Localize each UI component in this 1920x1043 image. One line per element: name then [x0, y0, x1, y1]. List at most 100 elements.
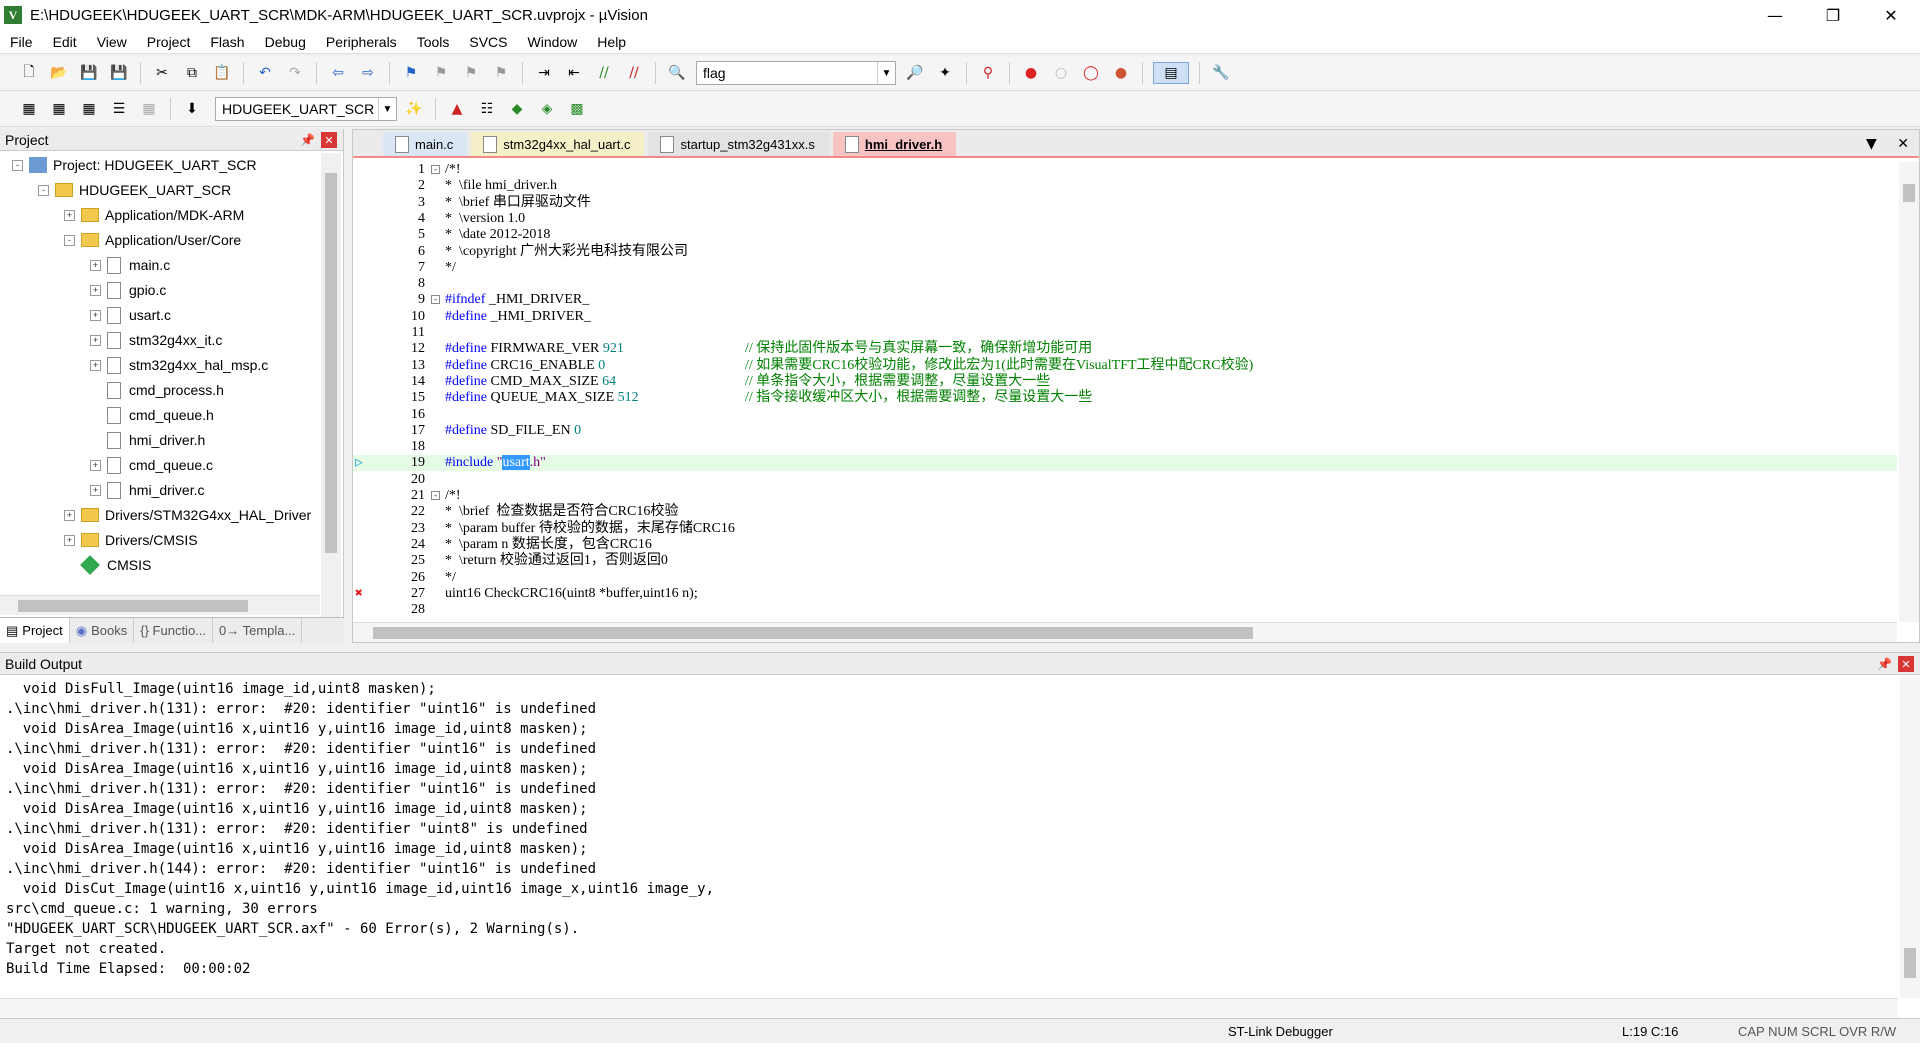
menu-edit[interactable]: Edit — [43, 34, 87, 50]
tree-item[interactable]: - Project: HDUGEEK_UART_SCR — [12, 155, 257, 175]
chevron-down-icon[interactable]: ▼ — [378, 98, 396, 120]
build-output-line[interactable]: src\cmd_queue.c: 1 warning, 30 errors — [6, 899, 1890, 919]
menu-help[interactable]: Help — [587, 34, 636, 50]
build-output-line[interactable]: .\inc\hmi_driver.h(131): error: #20: ide… — [6, 819, 1890, 839]
code-line[interactable]: 27 ✖ uint16 CheckCRC16(uint8 *buffer,uint1… — [353, 586, 1897, 602]
code-line[interactable]: 5 * \date 2012-2018 — [353, 227, 1897, 243]
target-combo[interactable]: HDUGEEK_UART_SCR ▼ — [215, 97, 397, 121]
build-output-line[interactable]: Target not created. — [6, 939, 1890, 959]
code-line[interactable]: 11 — [353, 325, 1897, 341]
redo-icon[interactable]: ↷ — [284, 62, 306, 84]
expand-icon[interactable]: + — [90, 334, 101, 346]
tab-functions[interactable]: {} Functio... — [134, 618, 214, 643]
fold-icon[interactable]: - — [431, 295, 440, 305]
cut-icon[interactable]: ✂ — [151, 62, 173, 84]
window-layout-icon[interactable]: ▤ — [1153, 62, 1189, 84]
tree-item[interactable]: + hmi_driver.c — [90, 480, 204, 500]
build-icon[interactable]: ▦ — [48, 98, 70, 120]
tab-list-chevron-icon[interactable]: ▼ — [1866, 136, 1877, 152]
collapse-icon[interactable]: - — [64, 234, 75, 246]
code-line[interactable]: 20 — [353, 472, 1897, 488]
tab-project[interactable]: ▤ Project — [0, 618, 70, 643]
configure-breakpoints-icon[interactable]: ● — [1110, 62, 1132, 84]
code-line[interactable]: 7 */ — [353, 260, 1897, 276]
pin-icon[interactable]: 📌 — [300, 133, 315, 147]
tree-item[interactable]: + stm32g4xx_hal_msp.c — [90, 355, 268, 375]
chevron-down-icon[interactable]: ▼ — [877, 62, 895, 84]
kill-breakpoints-icon[interactable]: ◯ — [1080, 62, 1102, 84]
code-line[interactable]: 17 #define SD_FILE_EN 0 — [353, 423, 1897, 439]
undo-icon[interactable]: ↶ — [254, 62, 276, 84]
manage-project-items-icon[interactable]: ▲ — [446, 98, 468, 120]
menu-window[interactable]: Window — [518, 34, 588, 50]
new-file-icon[interactable]: 🗋 — [18, 62, 40, 84]
open-file-icon[interactable]: 📂 — [48, 62, 70, 84]
expand-icon[interactable]: + — [90, 484, 101, 496]
code-line[interactable]: 3 * \brief 串口屏驱动文件 — [353, 195, 1897, 211]
collapse-icon[interactable]: - — [12, 159, 23, 171]
build-output-line[interactable]: .\inc\hmi_driver.h(144): error: #20: ide… — [6, 859, 1890, 879]
build-output-line[interactable]: void DisCut_Image(uint16 x,uint16 y,uint… — [6, 879, 1890, 899]
tree-item[interactable]: + Drivers/CMSIS — [64, 530, 198, 550]
code-line[interactable]: 24 * \param n 数据长度，包含CRC16 — [353, 537, 1897, 553]
build-output-line[interactable]: void DisArea_Image(uint16 x,uint16 y,uin… — [6, 839, 1890, 859]
bookmark-icon[interactable]: ⚑ — [400, 62, 422, 84]
code-line[interactable]: 18 — [353, 439, 1897, 455]
expand-icon[interactable]: + — [64, 209, 75, 221]
build-output-line[interactable]: .\inc\hmi_driver.h(131): error: #20: ide… — [6, 739, 1890, 759]
code-line[interactable]: 1-/*! — [353, 162, 1897, 178]
tree-item[interactable]: cmd_process.h — [90, 380, 224, 400]
batch-build-icon[interactable]: ☰ — [108, 98, 130, 120]
code-line[interactable]: 2 * \file hmi_driver.h — [353, 178, 1897, 194]
collapse-icon[interactable]: - — [38, 184, 49, 196]
stop-build-icon[interactable]: ▦ — [138, 98, 160, 120]
code-line[interactable]: 10 #define _HMI_DRIVER_ — [353, 309, 1897, 325]
tab-hmi-driver-h[interactable]: hmi_driver.h — [832, 132, 957, 156]
target-options-icon[interactable]: ✨ — [403, 98, 425, 120]
code-line[interactable]: 23 * \param buffer 待校验的数据，末尾存储CRC16 — [353, 521, 1897, 537]
pin-icon[interactable]: 📌 — [1877, 657, 1892, 671]
translate-icon[interactable]: ▦ — [18, 98, 40, 120]
indent-icon[interactable]: ⇥ — [533, 62, 555, 84]
close-button[interactable]: ✕ — [1862, 0, 1920, 30]
build-output-line[interactable]: void DisArea_Image(uint16 x,uint16 y,uin… — [6, 759, 1890, 779]
configuration-wrench-icon[interactable]: 🔧 — [1210, 62, 1232, 84]
code-line[interactable]: 28 — [353, 602, 1897, 618]
breakpoint-icon[interactable]: ● — [1020, 62, 1042, 84]
build-output-line[interactable]: .\inc\hmi_driver.h(131): error: #20: ide… — [6, 779, 1890, 799]
select-packs-icon[interactable]: ◆ — [506, 98, 528, 120]
manage-components-icon[interactable]: ☷ — [476, 98, 498, 120]
build-output-line[interactable]: void DisFull_Image(uint16 image_id,uint8… — [6, 679, 1890, 699]
comment-icon[interactable]: // — [593, 62, 615, 84]
tree-item[interactable]: hmi_driver.h — [90, 430, 205, 450]
tab-startup-stm32g431xx-s[interactable]: startup_stm32g431xx.s — [648, 132, 829, 156]
code-line[interactable]: 15 #define QUEUE_MAX_SIZE 512// 指令接收缓冲区大小… — [353, 390, 1897, 406]
project-vertical-scrollbar[interactable] — [321, 153, 341, 623]
navigate-forward-icon[interactable]: ⇨ — [357, 62, 379, 84]
expand-icon[interactable]: + — [64, 534, 75, 546]
project-horizontal-scrollbar[interactable] — [0, 595, 320, 615]
fold-icon[interactable]: - — [431, 491, 440, 500]
build-output-line[interactable]: .\inc\hmi_driver.h(131): error: #20: ide… — [6, 699, 1890, 719]
close-icon[interactable]: ✕ — [321, 132, 337, 148]
code-line[interactable]: 25 * \return 校验通过返回1，否则返回0 — [353, 553, 1897, 569]
code-line[interactable]: 4 * \version 1.0 — [353, 211, 1897, 227]
copy-icon[interactable]: ⧉ — [181, 62, 203, 84]
expand-icon[interactable]: + — [90, 459, 101, 471]
minimize-button[interactable]: — — [1746, 0, 1804, 30]
tree-item[interactable]: + main.c — [90, 255, 170, 275]
expand-icon[interactable]: + — [90, 259, 101, 271]
menu-flash[interactable]: Flash — [200, 34, 254, 50]
code-line[interactable]: 13 #define CRC16_ENABLE 0// 如果需要CRC16校验功能… — [353, 358, 1897, 374]
code-line[interactable]: 8 — [353, 276, 1897, 292]
uncomment-icon[interactable]: // — [623, 62, 645, 84]
code-line[interactable]: 6 * \copyright 广州大彩光电科技有限公司 — [353, 244, 1897, 260]
clear-bookmarks-icon[interactable]: ⚑ — [490, 62, 512, 84]
find-in-files-icon[interactable]: 🔍 — [666, 62, 688, 84]
error-marker-icon[interactable]: ✖ — [355, 586, 363, 602]
unindent-icon[interactable]: ⇤ — [563, 62, 585, 84]
pack-installer-icon[interactable]: ◈ — [536, 98, 558, 120]
restore-button[interactable]: ❐ — [1804, 0, 1862, 30]
menu-file[interactable]: File — [0, 34, 43, 50]
menu-svcs[interactable]: SVCS — [459, 34, 517, 50]
